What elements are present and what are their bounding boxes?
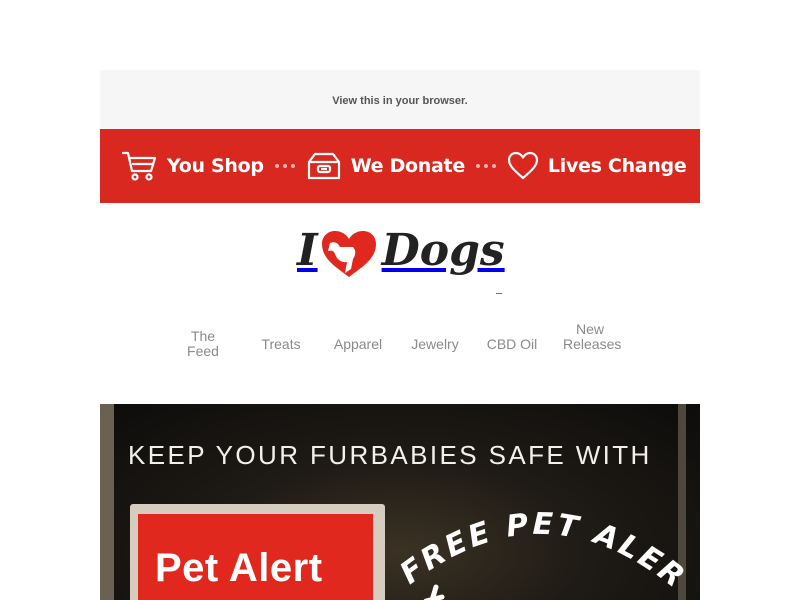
free-pet-alert-textpath: FREE PET ALERT bbox=[390, 489, 689, 596]
heart-dog-silhouette-icon bbox=[320, 229, 378, 284]
nav-item-treats[interactable]: Treats bbox=[255, 337, 307, 352]
nav-item-cbd-oil[interactable]: CBD Oil bbox=[486, 337, 538, 352]
banner-item-lives-change: Lives Change bbox=[507, 151, 687, 181]
donation-box-icon bbox=[306, 151, 342, 181]
banner-separator bbox=[274, 164, 295, 168]
banner-item-we-donate: We Donate bbox=[306, 151, 465, 181]
free-pet-alert-arc: FREE PET ALERT bbox=[390, 489, 690, 600]
nav-item-the-feed[interactable]: The Feed bbox=[177, 329, 229, 359]
banner-label-lives-change: Lives Change bbox=[547, 155, 687, 177]
view-in-browser-link[interactable]: View this in your browser. bbox=[332, 95, 468, 107]
pet-alert-sticker: Pet Alert bbox=[130, 504, 385, 600]
hero-headline: KEEP YOUR FURBABIES SAFE WITH bbox=[128, 440, 652, 470]
hero-backdrop-edge bbox=[100, 404, 114, 600]
banner-separator bbox=[475, 164, 496, 168]
mission-banner: You Shop We Donate Lives Change bbox=[100, 129, 700, 203]
logo-text-dogs: Dogs bbox=[381, 225, 505, 276]
email-container: View this in your browser. You Shop We D… bbox=[100, 70, 700, 600]
banner-label-you-shop: You Shop bbox=[167, 155, 264, 177]
nav-item-apparel[interactable]: Apparel bbox=[332, 337, 384, 352]
shopping-cart-icon bbox=[122, 150, 158, 182]
brand-logo[interactable]: I Dogs bbox=[297, 225, 505, 284]
sparkle-mark bbox=[423, 584, 445, 600]
heart-outline-icon bbox=[507, 151, 539, 181]
nav-item-jewelry[interactable]: Jewelry bbox=[409, 337, 461, 352]
free-pet-alert-text: FREE PET ALERT bbox=[390, 489, 690, 596]
preheader: View this in your browser. bbox=[100, 70, 700, 129]
logo-text-i: I bbox=[297, 225, 318, 276]
hero-banner-image[interactable]: KEEP YOUR FURBABIES SAFE WITH Pet Alert … bbox=[100, 404, 700, 600]
logo-link-underline bbox=[496, 293, 502, 294]
banner-label-we-donate: We Donate bbox=[350, 155, 466, 177]
category-nav: The Feed Treats Apparel Jewelry CBD Oil … bbox=[177, 320, 627, 372]
nav-item-new-releases[interactable]: New Releases bbox=[563, 322, 621, 352]
logo-area: I Dogs bbox=[100, 203, 700, 303]
pet-alert-sticker-text: Pet Alert bbox=[155, 546, 323, 590]
banner-item-you-shop: You Shop bbox=[122, 150, 264, 182]
